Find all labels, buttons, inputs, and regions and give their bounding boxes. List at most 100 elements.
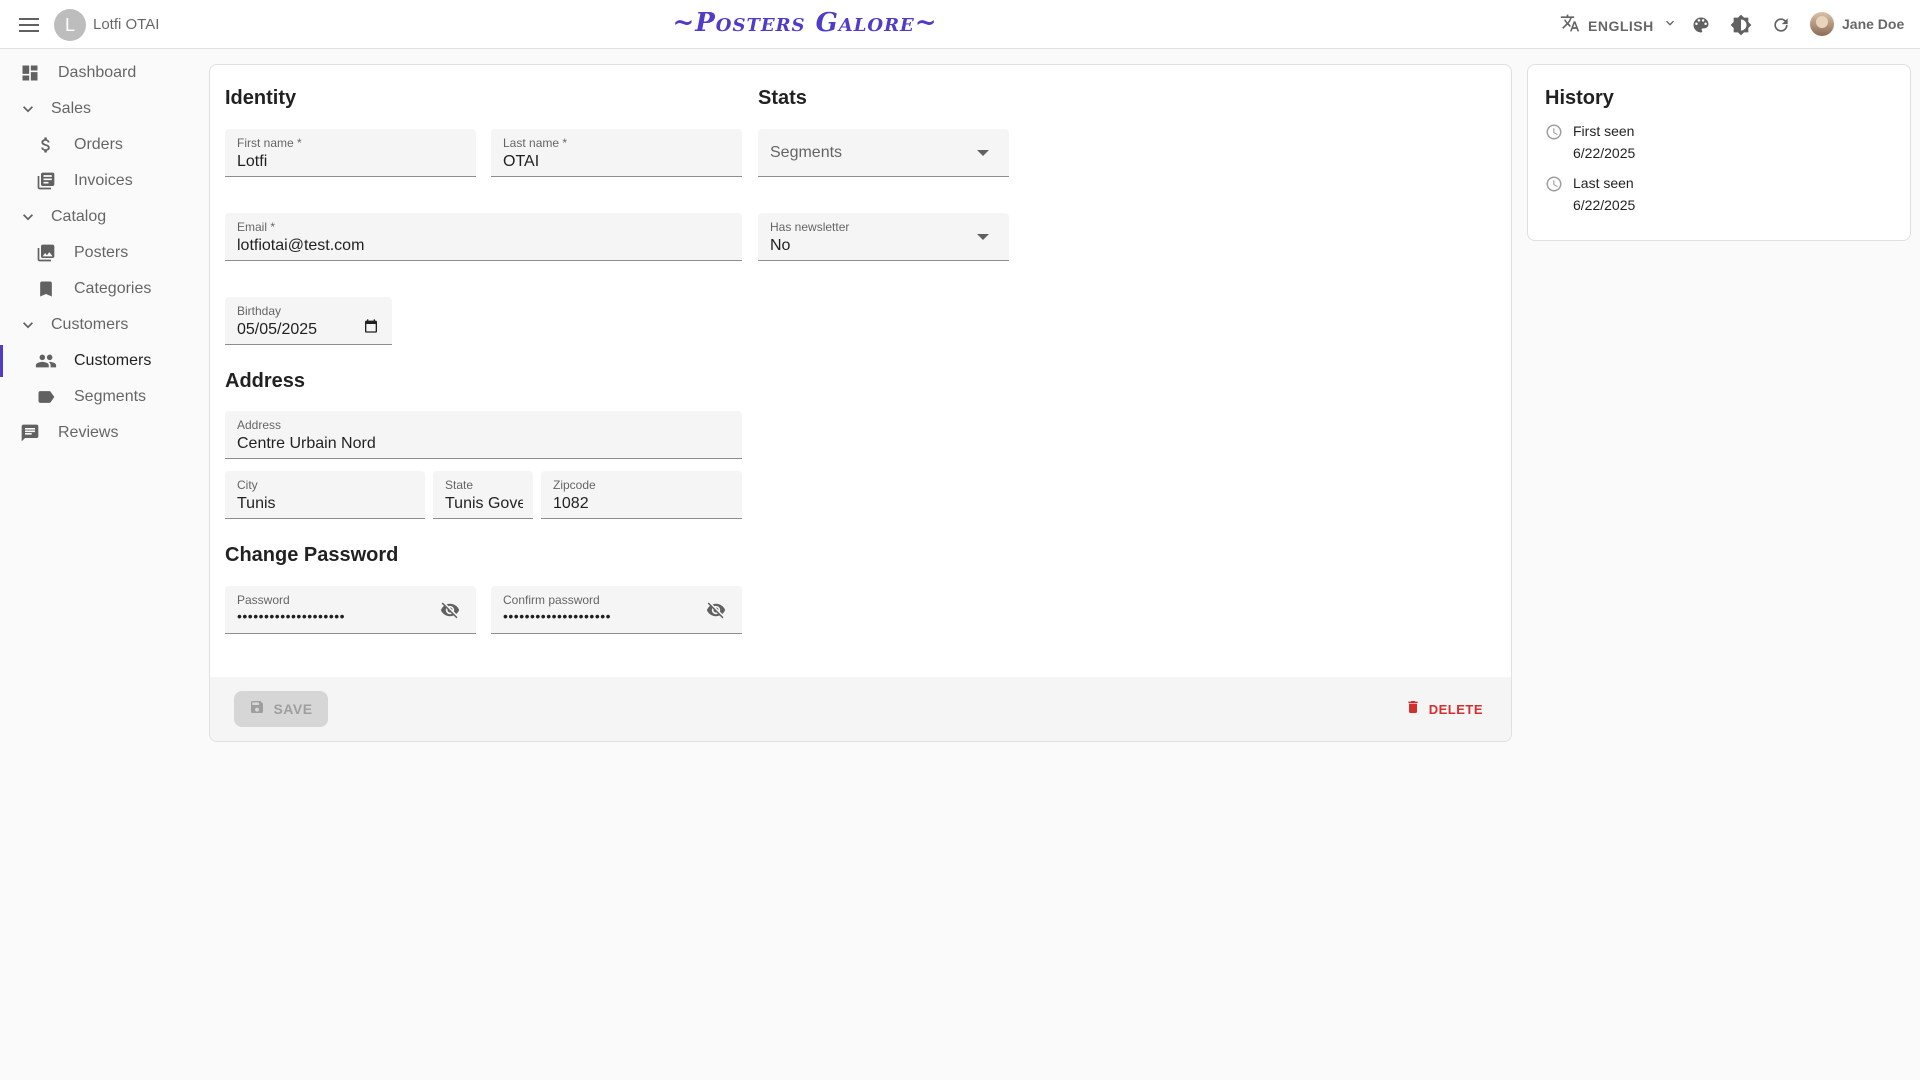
sidebar-item-categories[interactable]: Categories [0,271,200,307]
zipcode-field[interactable]: Zipcode 1082 [541,471,742,519]
sidebar-item-invoices[interactable]: Invoices [0,163,200,199]
chevron-down-icon [16,205,40,229]
email-value: lotfiotai@test.com [237,237,365,254]
newsletter-select[interactable]: Has newsletter No [758,213,1009,261]
address-field[interactable]: Address Centre Urbain Nord [225,411,742,459]
birthday-label: Birthday [237,304,282,318]
dropdown-arrow-icon [971,141,995,165]
sidebar: Dashboard Sales Orders Invoices Catalog … [0,55,200,451]
state-field[interactable]: State Tunis Gove [433,471,533,519]
sidebar-group-label: Sales [51,100,92,117]
customer-edit-form: Identity Stats First name * Lotfi Last n… [209,64,1512,742]
password-value: •••••••••••••••••••• [237,608,346,624]
palette-icon[interactable] [1689,13,1713,37]
sidebar-item-label: Segments [74,388,147,405]
visibility-off-icon[interactable] [438,598,462,622]
password-field[interactable]: Password •••••••••••••••••••• [225,586,476,634]
user-name: Jane Doe [1842,16,1905,32]
chevron-down-icon [16,313,40,337]
collections-icon [34,241,58,265]
state-label: State [445,478,474,492]
language-label: ENGLISH [1588,17,1654,34]
history-title: History [1545,87,1614,109]
calendar-icon[interactable] [362,317,380,335]
history-panel: History First seen 6/22/2025 Last seen 6… [1527,64,1911,241]
city-value: Tunis [237,495,276,512]
address-value: Centre Urbain Nord [237,435,376,452]
state-value: Tunis Gove [445,495,523,512]
city-label: City [237,478,258,492]
clock-icon [1545,175,1563,193]
save-icon [249,699,265,720]
chevron-down-icon [1662,15,1678,36]
change-password-title: Change Password [225,544,399,566]
theme-toggle-icon[interactable] [1729,13,1753,37]
sidebar-item-orders[interactable]: Orders [0,127,200,163]
newsletter-label: Has newsletter [770,220,850,234]
city-field[interactable]: City Tunis [225,471,425,519]
sidebar-item-customers[interactable]: Customers [0,343,200,379]
sidebar-item-reviews[interactable]: Reviews [0,415,200,451]
stats-title: Stats [758,87,807,109]
clock-icon [1545,123,1563,141]
sidebar-group-label: Catalog [51,208,107,225]
bookmark-icon [34,277,58,301]
birthday-value: 05/05/2025 [237,321,318,338]
label-icon [34,385,58,409]
confirm-password-field[interactable]: Confirm password •••••••••••••••••••• [491,586,742,634]
sidebar-group-catalog[interactable]: Catalog [0,199,200,235]
app-bar: L Lotfi OTAI ~Posters Galore~ ENGLISH Ja… [0,0,1920,49]
sidebar-group-customers[interactable]: Customers [0,307,200,343]
save-label: SAVE [273,701,313,717]
comment-icon [18,421,42,445]
sidebar-item-dashboard[interactable]: Dashboard [0,55,200,91]
first-seen-label: First seen [1573,123,1635,139]
zipcode-value: 1082 [553,495,589,512]
last-name-label: Last name * [503,136,568,150]
user-menu[interactable]: Jane Doe [1810,12,1904,36]
save-button[interactable]: SAVE [234,691,328,727]
chevron-down-icon [16,97,40,121]
form-toolbar: SAVE DELETE [210,677,1511,741]
last-seen-value: 6/22/2025 [1573,197,1636,213]
trash-icon [1405,699,1421,720]
segments-select[interactable]: Segments [758,129,1009,177]
brand-logo: ~Posters Galore~ [672,8,938,38]
sidebar-group-sales[interactable]: Sales [0,91,200,127]
first-name-field[interactable]: First name * Lotfi [225,129,476,177]
first-seen-row: First seen 6/22/2025 [1545,121,1885,165]
confirm-password-value: •••••••••••••••••••• [503,608,612,624]
birthday-field[interactable]: Birthday 05/05/2025 [225,297,392,345]
address-label: Address [237,418,282,432]
segments-placeholder: Segments [770,144,843,161]
newsletter-value: No [770,237,791,254]
email-label: Email * [237,220,276,234]
sidebar-group-label: Customers [51,316,129,333]
first-name-label: First name * [237,136,302,150]
address-title: Address [225,370,306,392]
delete-button[interactable]: DELETE [1405,691,1483,727]
sidebar-item-label: Categories [74,280,152,297]
delete-label: DELETE [1428,701,1483,717]
language-selector[interactable]: ENGLISH [1560,13,1678,38]
sidebar-item-label: Orders [74,136,123,153]
sidebar-item-posters[interactable]: Posters [0,235,200,271]
confirm-password-label: Confirm password [503,593,600,607]
dollar-icon [34,133,58,157]
identity-title: Identity [225,87,297,109]
translate-icon [1560,13,1580,38]
invoice-icon [34,169,58,193]
people-icon [34,349,58,373]
user-avatar [1810,12,1834,36]
sidebar-item-label: Customers [74,352,152,369]
zipcode-label: Zipcode [553,478,596,492]
sidebar-item-segments[interactable]: Segments [0,379,200,415]
refresh-icon[interactable] [1769,13,1793,37]
dashboard-icon [18,61,42,85]
email-field[interactable]: Email * lotfiotai@test.com [225,213,742,261]
first-seen-value: 6/22/2025 [1573,145,1636,161]
last-name-value: OTAI [503,153,540,170]
last-name-field[interactable]: Last name * OTAI [491,129,742,177]
password-label: Password [237,593,290,607]
visibility-off-icon[interactable] [704,598,728,622]
